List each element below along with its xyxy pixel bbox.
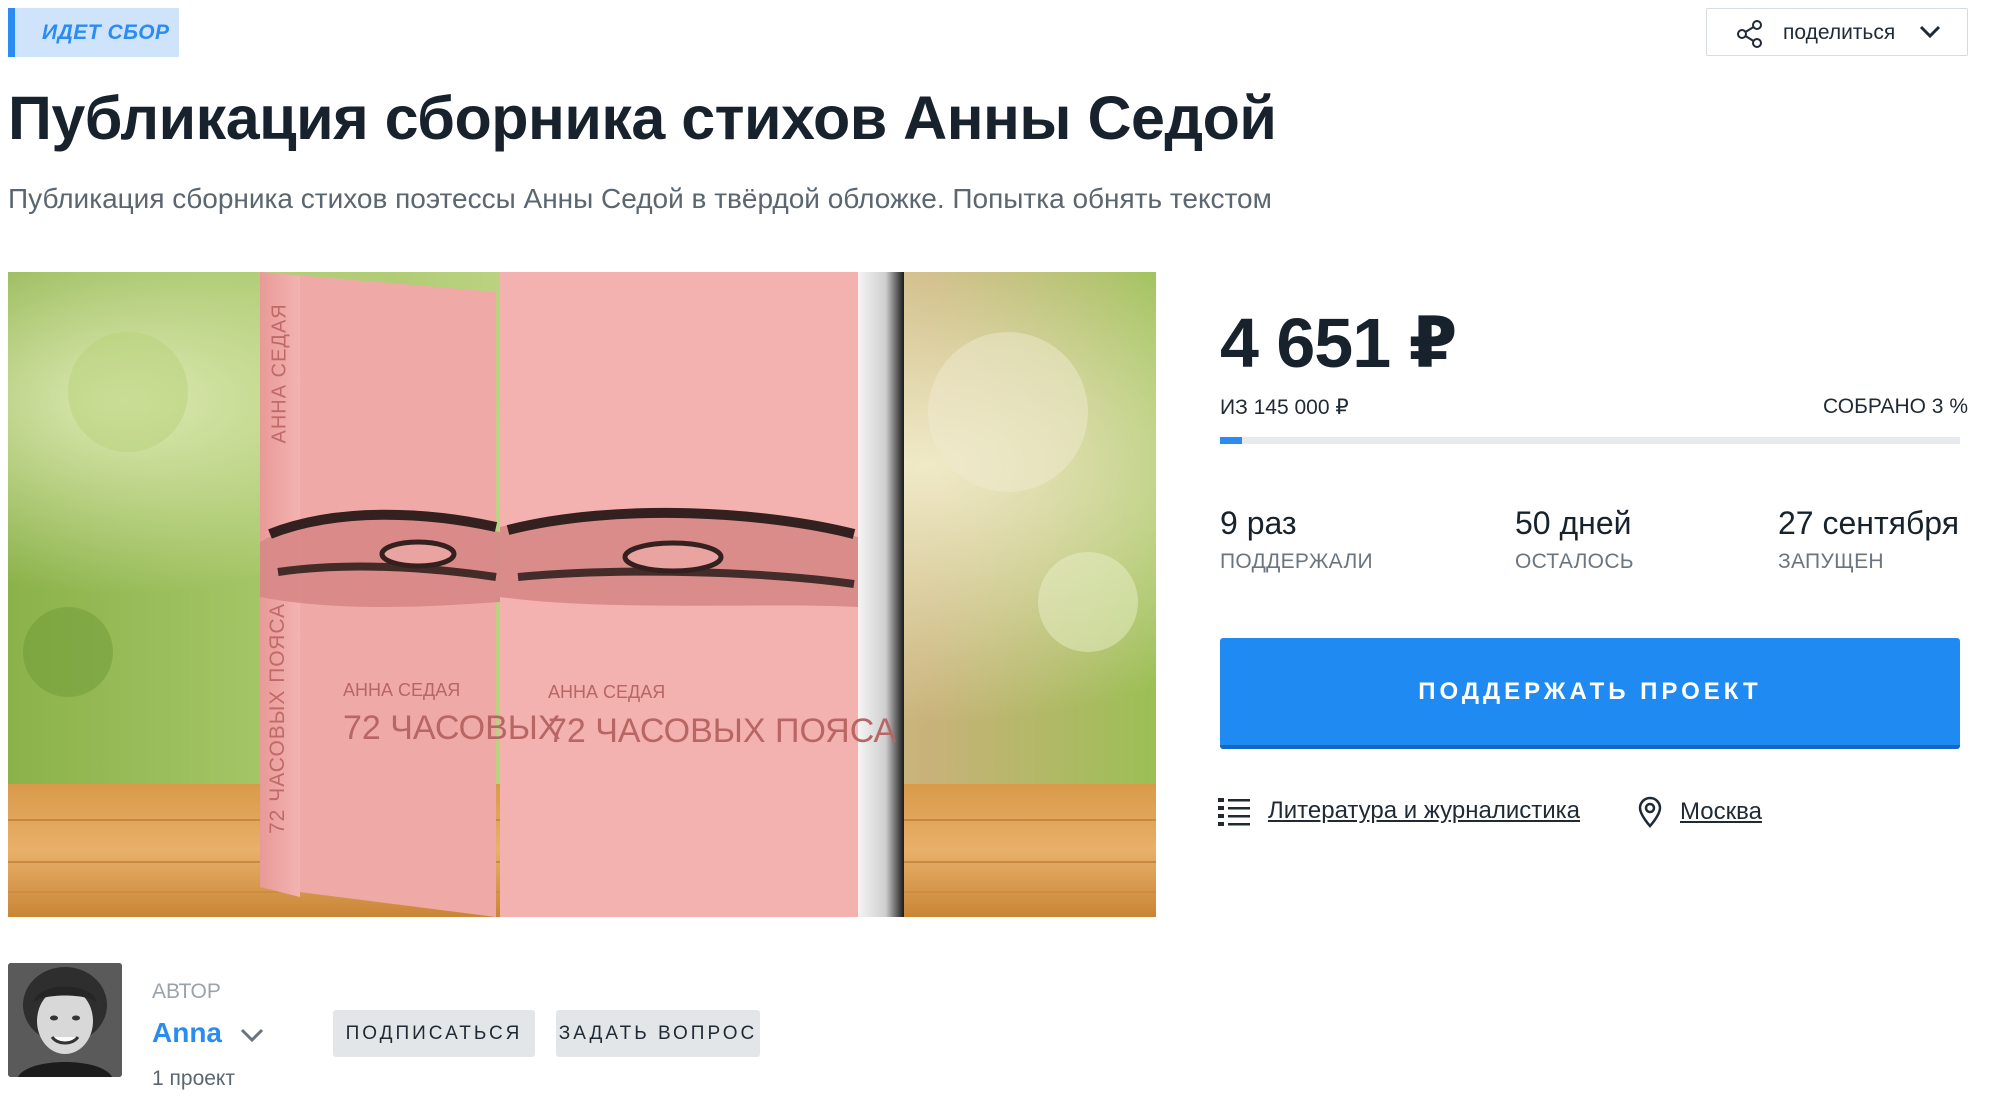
- share-label: поделиться: [1783, 21, 1896, 44]
- status-badge-label: ИДЕТ СБОР: [42, 20, 170, 44]
- category-label: Литература и журналистика: [1268, 797, 1581, 824]
- front-cover-author-text: АННА СЕДАЯ: [548, 682, 666, 702]
- chevron-down-icon: [1919, 25, 1941, 39]
- ask-question-button[interactable]: ЗАДАТЬ ВОПРОС: [556, 1010, 760, 1057]
- stat-launch-date: 27 сентября ЗАПУЩЕН: [1778, 505, 1959, 574]
- author-projects-count: 1 проект: [152, 1067, 235, 1090]
- support-project-button[interactable]: ПОДДЕРЖАТЬ ПРОЕКТ: [1220, 638, 1960, 749]
- author-name-link[interactable]: Anna: [152, 1017, 222, 1049]
- stat-value: 50 дней: [1515, 505, 1632, 541]
- progress-bar-fill: [1220, 437, 1243, 444]
- stat-label: ЗАПУЩЕН: [1778, 550, 1884, 573]
- author-avatar[interactable]: [8, 963, 122, 1077]
- stat-value: 9 раз: [1220, 505, 1297, 541]
- share-icon: [1737, 20, 1762, 48]
- stat-label: ПОДДЕРЖАЛИ: [1220, 550, 1373, 573]
- front-cover-title-text: 72 ЧАСОВЫХ ПОЯСА: [548, 712, 897, 750]
- page-subtitle: Публикация сборника стихов поэтессы Анны…: [8, 183, 1272, 214]
- location-pin-icon: [1638, 796, 1662, 828]
- share-button[interactable]: поделиться: [1706, 8, 1968, 56]
- spine-title-text: 72 ЧАСОВЫХ ПОЯСА: [266, 602, 289, 834]
- funding-goal: ИЗ 145 000 ₽: [1220, 396, 1349, 419]
- stat-backers: 9 раз ПОДДЕРЖАЛИ: [1220, 505, 1373, 574]
- raised-amount: 4 651 ₽: [1220, 304, 1457, 382]
- project-cover-image: АННА СЕДАЯ 72 ЧАСОВЫХ ПОЯСА АННА СЕДАЯ 7…: [8, 272, 1156, 917]
- progress-bar: [1220, 437, 1960, 444]
- stat-days-left: 50 дней ОСТАЛОСЬ: [1515, 505, 1634, 574]
- list-icon: [1218, 798, 1250, 826]
- collected-percent: СОБРАНО 3 %: [1823, 395, 1968, 418]
- ask-question-label: ЗАДАТЬ ВОПРОС: [558, 1022, 758, 1044]
- spine-author-text: АННА СЕДАЯ: [268, 303, 291, 444]
- city-label: Москва: [1680, 798, 1762, 825]
- back-cover-author-text: АННА СЕДАЯ: [343, 680, 461, 700]
- stat-value: 27 сентября: [1778, 505, 1960, 541]
- author-label: АВТОР: [152, 980, 221, 1003]
- stat-label: ОСТАЛОСЬ: [1515, 550, 1634, 573]
- category-link[interactable]: Литература и журналистика: [1218, 796, 1580, 826]
- subscribe-button[interactable]: ПОДПИСАТЬСЯ: [333, 1010, 535, 1057]
- subscribe-label: ПОДПИСАТЬСЯ: [345, 1022, 523, 1044]
- page-title: Публикация сборника стихов Анны Седой: [8, 84, 1277, 152]
- back-cover-title-text: 72 ЧАСОВЫХ: [343, 709, 561, 747]
- chevron-down-icon[interactable]: [240, 1027, 264, 1043]
- city-link[interactable]: Москва: [1638, 796, 1762, 828]
- status-badge: ИДЕТ СБОР: [8, 8, 179, 57]
- support-project-label: ПОДДЕРЖАТЬ ПРОЕКТ: [1418, 677, 1762, 705]
